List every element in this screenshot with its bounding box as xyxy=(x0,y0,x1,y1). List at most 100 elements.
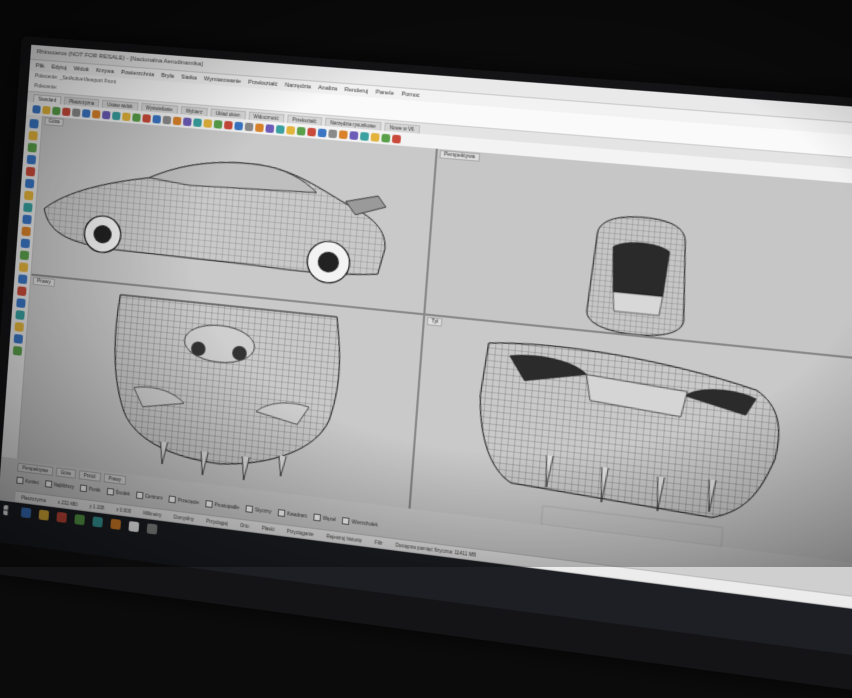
menu-item[interactable]: Wymiarowanie xyxy=(204,76,242,85)
osnap-option[interactable]: Przecięcie xyxy=(168,495,199,506)
toolbar-tool-icon[interactable] xyxy=(254,123,264,133)
osnap-checkbox[interactable] xyxy=(106,487,114,496)
taskbar-app-icon[interactable] xyxy=(74,514,85,526)
sidebar-tool-icon[interactable] xyxy=(15,298,26,308)
menu-item[interactable]: Powierzchnia xyxy=(121,69,155,78)
sidebar-tool-icon[interactable] xyxy=(24,178,34,189)
toolbar-tool-icon[interactable] xyxy=(61,107,71,117)
toolbar-tool-icon[interactable] xyxy=(52,106,61,116)
status-planar[interactable]: Płaski xyxy=(261,525,274,532)
sidebar-tool-icon[interactable] xyxy=(23,190,34,201)
menu-item[interactable]: Renderuj xyxy=(344,87,368,95)
menu-item[interactable]: Narzędzia xyxy=(285,82,311,90)
sidebar-tool-icon[interactable] xyxy=(12,345,22,356)
osnap-checkbox[interactable] xyxy=(135,491,144,500)
sidebar-tool-icon[interactable] xyxy=(26,154,36,165)
toolbar-tool-icon[interactable] xyxy=(132,113,141,123)
sidebar-tool-icon[interactable] xyxy=(14,310,25,320)
toolbar-tool-icon[interactable] xyxy=(122,112,131,122)
sidebar-tool-icon[interactable] xyxy=(19,250,29,261)
toolbar-tool-icon[interactable] xyxy=(296,126,306,136)
status-layer[interactable]: Domyślny xyxy=(174,514,195,522)
sidebar-tool-icon[interactable] xyxy=(20,226,31,237)
toolbar-tool-icon[interactable] xyxy=(91,109,101,119)
status-grid-snap[interactable]: Przyciągaj xyxy=(206,518,228,526)
sidebar-tool-icon[interactable] xyxy=(21,214,32,225)
toolbar-tool-icon[interactable] xyxy=(71,108,81,118)
status-filter[interactable]: Filtr xyxy=(374,539,382,545)
viewport-tab[interactable]: Perspektywa xyxy=(17,462,54,476)
menu-item[interactable]: Przekształć xyxy=(248,79,278,87)
menu-item[interactable]: Krzywa xyxy=(96,67,115,74)
osnap-option[interactable]: Najbliższy xyxy=(44,480,75,491)
osnap-option[interactable]: Prostopadle xyxy=(205,499,240,511)
osnap-checkbox[interactable] xyxy=(277,508,286,518)
menu-item[interactable]: Panele xyxy=(375,89,394,97)
osnap-option[interactable]: Kwadrant xyxy=(277,508,307,520)
sidebar-tool-icon[interactable] xyxy=(18,262,28,273)
osnap-checkbox[interactable] xyxy=(205,499,213,508)
toolbar-tool-icon[interactable] xyxy=(328,129,338,139)
toolbar-tool-icon[interactable] xyxy=(265,124,275,134)
viewport-tab[interactable]: Prawy xyxy=(103,473,127,486)
toolbar-tool-icon[interactable] xyxy=(111,111,121,121)
osnap-checkbox[interactable] xyxy=(16,476,24,485)
osnap-checkbox[interactable] xyxy=(245,504,254,514)
sidebar-tool-icon[interactable] xyxy=(13,333,23,344)
toolbar-tool-icon[interactable] xyxy=(152,114,162,124)
menu-item[interactable]: Siatka xyxy=(181,74,197,81)
osnap-checkbox[interactable] xyxy=(341,516,350,526)
osnap-option[interactable]: Styczny xyxy=(245,504,271,515)
taskbar-app-icon[interactable] xyxy=(110,518,122,530)
toolbar-tool-icon[interactable] xyxy=(172,116,182,126)
taskbar-app-icon[interactable] xyxy=(146,523,158,535)
osnap-option[interactable]: Koniec xyxy=(16,476,39,487)
toolbar-tool-icon[interactable] xyxy=(244,122,254,132)
taskbar-app-icon[interactable] xyxy=(38,509,50,521)
sidebar-tool-icon[interactable] xyxy=(17,274,27,285)
toolbar-tool-icon[interactable] xyxy=(81,109,91,118)
toolbar-tool-icon[interactable] xyxy=(307,127,317,137)
status-ortho[interactable]: Orto xyxy=(240,522,249,528)
sidebar-tool-icon[interactable] xyxy=(16,286,27,297)
viewport-tab[interactable]: Góra xyxy=(55,467,77,479)
toolbar-tool-icon[interactable] xyxy=(275,125,285,134)
toolbar-tool-icon[interactable] xyxy=(213,119,223,129)
viewport-tab[interactable]: Przód xyxy=(78,470,101,482)
menu-item[interactable]: Analiza xyxy=(318,84,337,92)
status-record-history[interactable]: Rejestruj historię xyxy=(326,533,362,543)
toolbar-tool-icon[interactable] xyxy=(162,115,172,125)
toolbar-tool-icon[interactable] xyxy=(193,118,202,128)
toolbar-tool-icon[interactable] xyxy=(349,131,359,141)
menu-item[interactable]: Plik xyxy=(36,63,45,70)
toolbar-tool-icon[interactable] xyxy=(32,105,41,114)
sidebar-tool-icon[interactable] xyxy=(26,142,37,153)
osnap-option[interactable]: Wierzchołek xyxy=(341,516,378,529)
osnap-option[interactable]: Centrum xyxy=(135,491,163,501)
sidebar-tool-icon[interactable] xyxy=(20,238,30,249)
toolbar-tool-icon[interactable] xyxy=(391,134,402,144)
toolbar-tool-icon[interactable] xyxy=(182,117,192,127)
osnap-option[interactable]: Środek xyxy=(106,487,130,498)
osnap-checkbox[interactable] xyxy=(168,495,177,504)
taskbar-app-icon[interactable] xyxy=(128,520,140,533)
menu-item[interactable]: Widok xyxy=(73,66,89,73)
menu-item[interactable]: Edytuj xyxy=(51,64,67,71)
sidebar-tool-icon[interactable] xyxy=(13,321,24,332)
viewport-back[interactable]: Tył xyxy=(410,315,852,570)
osnap-option[interactable]: Punkt xyxy=(79,484,101,494)
taskbar-app-icon[interactable] xyxy=(56,511,68,523)
sidebar-tool-icon[interactable] xyxy=(27,130,38,141)
toolbar-tool-icon[interactable] xyxy=(101,110,111,120)
toolbar-tool-icon[interactable] xyxy=(42,105,51,115)
sidebar-tool-icon[interactable] xyxy=(22,202,33,213)
osnap-option[interactable]: Węzeł xyxy=(312,513,336,523)
toolbar-tool-icon[interactable] xyxy=(223,120,233,130)
status-osnap[interactable]: Przyciąganie xyxy=(286,528,313,537)
menu-item[interactable]: Bryła xyxy=(161,72,174,79)
toolbar-tool-icon[interactable] xyxy=(203,119,213,128)
menu-item[interactable]: Pomoc xyxy=(401,91,420,99)
toolbar-tool-icon[interactable] xyxy=(142,114,151,123)
taskbar-app-icon[interactable] xyxy=(20,507,32,519)
toolbar-tool-icon[interactable] xyxy=(338,130,348,140)
